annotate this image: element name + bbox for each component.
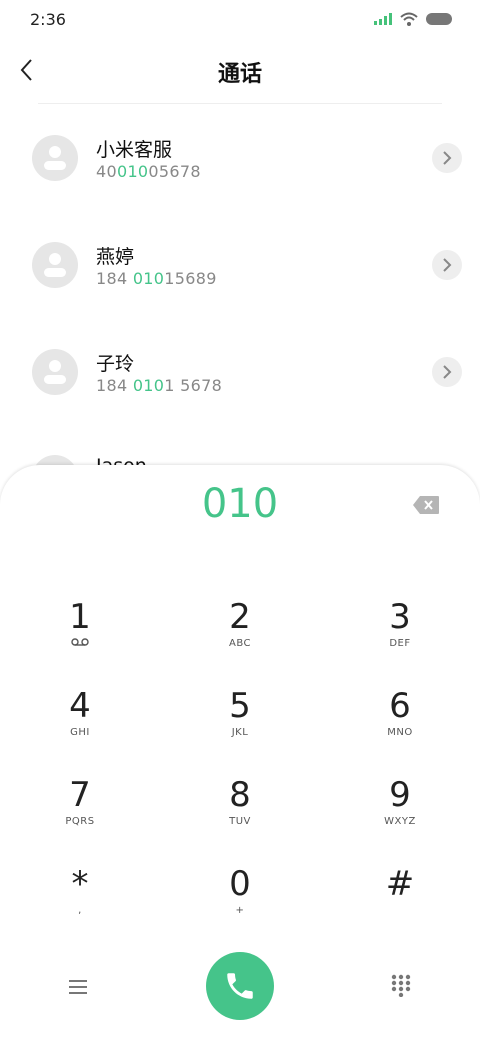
contact-detail-button[interactable]: [432, 143, 462, 173]
person-icon: [44, 253, 66, 277]
keypad-toggle-button[interactable]: [390, 973, 412, 998]
key-8[interactable]: 8 TUV: [180, 775, 300, 847]
key-hash[interactable]: #: [340, 864, 460, 936]
dialer-panel: 010 1 2 ABC 3 DEF 4 GHI 5 JKL 6 MNO 7 PQ…: [0, 465, 480, 1040]
status-bar: 2:36: [0, 0, 480, 40]
wifi-icon: [400, 12, 418, 26]
contact-number: 184 01015689: [96, 269, 217, 288]
contact-item[interactable]: 小米客服 4001005678: [0, 135, 480, 215]
contact-number: 184 0101 5678: [96, 376, 223, 395]
key-star[interactable]: * ,: [20, 864, 140, 936]
key-7[interactable]: 7 PQRS: [20, 775, 140, 847]
key-1[interactable]: 1: [20, 597, 140, 669]
keypad-icon: [391, 974, 411, 998]
phone-icon: [227, 973, 253, 999]
dialed-number: 010: [201, 481, 279, 527]
battery-icon: [426, 13, 452, 25]
key-4[interactable]: 4 GHI: [20, 686, 140, 758]
status-icons: [374, 12, 452, 26]
key-0[interactable]: 0 +: [180, 864, 300, 936]
backspace-icon: [413, 496, 439, 514]
signal-icon: [374, 13, 392, 25]
person-icon: [44, 146, 66, 170]
avatar: [32, 135, 78, 181]
header: 通话: [0, 48, 480, 92]
contact-item[interactable]: 子玲 184 0101 5678: [0, 349, 480, 429]
contact-number: 4001005678: [96, 162, 201, 181]
backspace-button[interactable]: [412, 495, 440, 515]
contact-name: 燕婷: [96, 246, 135, 268]
chevron-right-icon: [443, 258, 452, 272]
key-2[interactable]: 2 ABC: [180, 597, 300, 669]
contact-item[interactable]: 燕婷 184 01015689: [0, 242, 480, 322]
voicemail-icon: [71, 638, 89, 646]
page-title: 通话: [217, 62, 262, 87]
contact-detail-button[interactable]: [432, 250, 462, 280]
avatar: [32, 242, 78, 288]
key-6[interactable]: 6 MNO: [340, 686, 460, 758]
contact-name: 子玲: [96, 353, 135, 375]
key-3[interactable]: 3 DEF: [340, 597, 460, 669]
contact-name: 小米客服: [96, 139, 173, 161]
contact-detail-button[interactable]: [432, 357, 462, 387]
chevron-right-icon: [443, 151, 452, 165]
menu-icon: [69, 980, 87, 994]
key-9[interactable]: 9 WXYZ: [340, 775, 460, 847]
call-button[interactable]: [206, 952, 274, 1020]
menu-button[interactable]: [66, 975, 90, 999]
chevron-right-icon: [443, 365, 452, 379]
divider: [38, 103, 442, 104]
person-icon: [44, 360, 66, 384]
status-time: 2:36: [30, 10, 66, 29]
avatar: [32, 349, 78, 395]
key-5[interactable]: 5 JKL: [180, 686, 300, 758]
